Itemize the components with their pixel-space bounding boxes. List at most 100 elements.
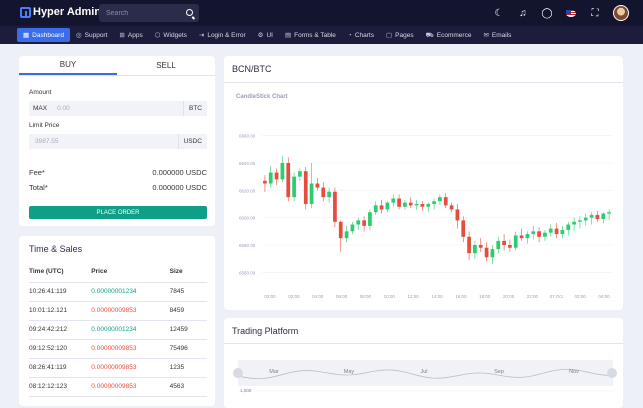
nav-icon: ⊞ — [119, 32, 125, 39]
x-tick-label: 04:00 — [598, 294, 610, 299]
flag-us-icon[interactable] — [565, 7, 577, 19]
trading-platform-card: Trading Platform Mar May Jul Sep Nov 1,000 — [224, 318, 623, 408]
nav-item-emails[interactable]: ✉ Emails — [477, 28, 517, 42]
total-label: Total* — [29, 183, 48, 192]
nav-icon: ⛟ — [425, 31, 434, 39]
candle-body — [379, 205, 384, 210]
max-button[interactable]: MAX — [29, 105, 51, 112]
nav-label: Ecommerce — [436, 31, 472, 39]
nav-label: Forms & Table — [294, 31, 336, 39]
limit-currency: USDC — [177, 134, 207, 149]
cell-size: 8459 — [169, 301, 207, 321]
limit-price-label: Limit Price — [29, 122, 60, 129]
table-row: 09:24:42:212 0.00000001234 12459 — [29, 320, 207, 340]
candle-body — [478, 245, 483, 248]
moon-icon[interactable]: ☾ — [493, 7, 505, 19]
y-tick-label: 6620.00 — [239, 188, 256, 193]
bell-icon[interactable]: ♫ — [517, 7, 529, 19]
nav-item-ui[interactable]: ⚙ UI — [252, 28, 279, 42]
candle-body — [473, 245, 477, 254]
x-tick-label: 16:00 — [455, 294, 467, 299]
candle-body — [455, 209, 460, 221]
candle-body — [327, 191, 331, 198]
candle-body — [432, 201, 436, 204]
candle-body — [537, 231, 541, 237]
candle-body — [368, 212, 372, 226]
nav-icon: ▦ — [23, 32, 30, 39]
avatar[interactable] — [613, 5, 629, 21]
month-label: Nov — [569, 369, 579, 375]
navigator-left-handle[interactable] — [233, 368, 243, 378]
month-label: Sep — [494, 369, 504, 375]
nav-icon: ⚙ — [257, 32, 264, 39]
limit-price-field[interactable]: 3987.55 USDC — [29, 134, 207, 149]
app-logo[interactable]: Hyper Admin — [20, 6, 101, 18]
tab-sell[interactable]: SELL — [117, 56, 215, 75]
candle-body — [426, 204, 431, 207]
candlestick-chart[interactable]: CandleStick Chart 6660.00 6640.00 6620.00 66… — [224, 82, 623, 310]
nav-item-charts[interactable]: ◔ Charts — [342, 28, 380, 42]
candle-body — [572, 221, 576, 225]
search-icon[interactable] — [186, 9, 193, 16]
nav-item-support[interactable]: ◎ Support — [70, 28, 113, 42]
cell-time: 08:12:12:123 — [29, 377, 92, 397]
nav-item-dashboard[interactable]: ▦ Dashboard — [17, 28, 70, 42]
x-tick-label: 02:00 — [575, 294, 587, 299]
candle-body — [315, 183, 320, 188]
nav-label: Emails — [491, 31, 512, 39]
nav-label: Pages — [395, 31, 414, 39]
candle-body — [280, 163, 285, 180]
candle-body — [274, 172, 279, 180]
candle-body — [484, 247, 489, 258]
x-tick-label: 06:00 — [336, 294, 348, 299]
nav-icon: ◔ — [347, 31, 352, 39]
chart-card: BCN/BTC CandleStick Chart 6660.00 6640.00 6… — [224, 56, 623, 310]
table-row: 10:26:41:119 0.00000001234 7845 — [29, 282, 207, 302]
candle-body — [519, 235, 524, 239]
candle-body — [298, 171, 302, 177]
nav-icon: ⇥ — [198, 32, 205, 39]
nav-item-pages[interactable]: ▢ Pages — [380, 28, 420, 42]
navigator-right-handle[interactable] — [607, 368, 617, 378]
nav-item-forms-table[interactable]: ▤ Forms & Table — [279, 28, 342, 42]
col-time: Time (UTC) — [29, 262, 92, 283]
place-order-button[interactable]: PLACE ORDER — [29, 206, 207, 219]
trade-card: BUY SELL Amount MAX 0.00 BTC Limit Price… — [19, 56, 215, 226]
nav-label: Widgets — [163, 31, 187, 39]
amount-field[interactable]: MAX 0.00 BTC — [29, 101, 207, 116]
nav-item-login-error[interactable]: ⇥ Login & Error — [193, 28, 252, 42]
cell-size: 12459 — [169, 320, 207, 340]
candle-body — [513, 235, 518, 248]
x-tick-label: 04:00 — [312, 294, 324, 299]
candle-body — [350, 224, 355, 232]
candle-body — [438, 197, 442, 202]
candle-body — [531, 231, 536, 235]
candle-body — [554, 228, 559, 235]
trading-platform-chart[interactable]: Mar May Jul Sep Nov 1,000 — [224, 344, 623, 404]
cell-time: 10:26:41:119 — [29, 282, 92, 302]
candle-body — [543, 232, 547, 237]
chat-icon[interactable]: ◯ — [541, 7, 553, 19]
fullscreen-icon[interactable]: ⛶ — [589, 7, 601, 19]
table-row: 09:12:52:120 0.00000009853 75496 — [29, 339, 207, 359]
candle-body — [583, 217, 588, 221]
amount-input[interactable]: 0.00 — [51, 105, 183, 112]
logo-icon — [20, 6, 31, 18]
search-box — [99, 4, 199, 22]
x-tick-label: 14:00 — [431, 294, 443, 299]
time-sales-title: Time & Sales — [29, 244, 83, 254]
nav-label: Apps — [127, 31, 143, 39]
tab-buy[interactable]: BUY — [19, 56, 117, 75]
table-row: 10:01:12.121 0.00000009853 8459 — [29, 301, 207, 321]
fee-value: 0.000000 USDC — [152, 168, 207, 177]
candle-body — [344, 231, 349, 239]
nav-item-ecommerce[interactable]: ⛟ Ecommerce — [420, 28, 478, 42]
search-input[interactable] — [99, 4, 181, 22]
candle-body — [292, 176, 296, 198]
x-tick-label: 20:00 — [503, 294, 515, 299]
platform-title: Trading Platform — [232, 326, 299, 336]
cell-price: 0.00000009853 — [91, 377, 170, 397]
limit-price-input[interactable]: 3987.55 — [29, 138, 178, 145]
nav-item-apps[interactable]: ⊞ Apps — [113, 28, 148, 42]
nav-item-widgets[interactable]: ⬡ Widgets — [149, 28, 193, 42]
